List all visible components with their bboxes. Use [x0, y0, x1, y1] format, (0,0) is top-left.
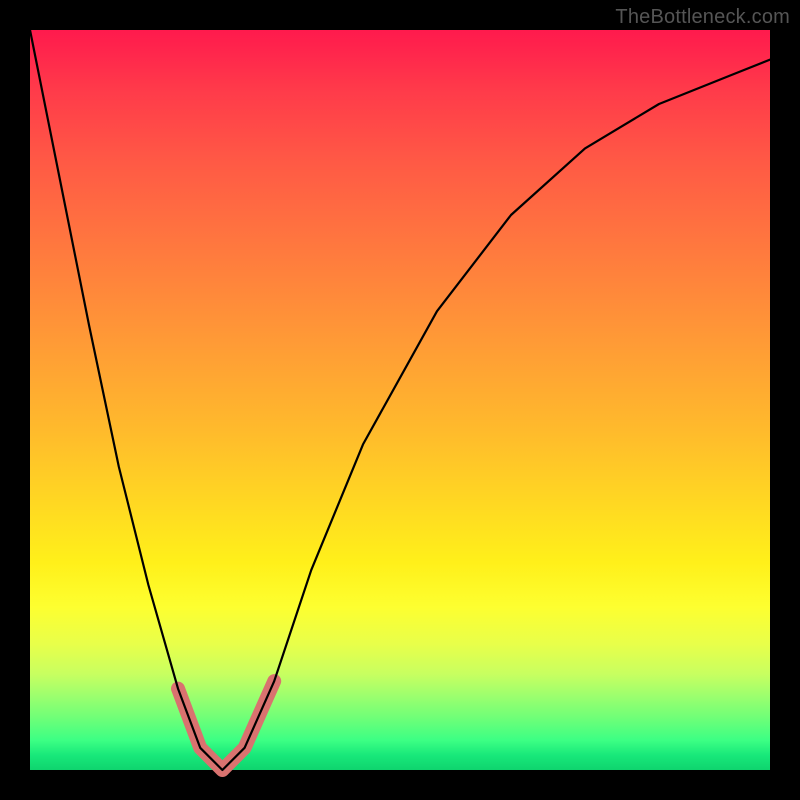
bottleneck-curve-svg [30, 30, 770, 770]
bottleneck-curve [30, 30, 770, 770]
watermark-text: TheBottleneck.com [615, 6, 790, 29]
chart-frame [30, 30, 770, 770]
